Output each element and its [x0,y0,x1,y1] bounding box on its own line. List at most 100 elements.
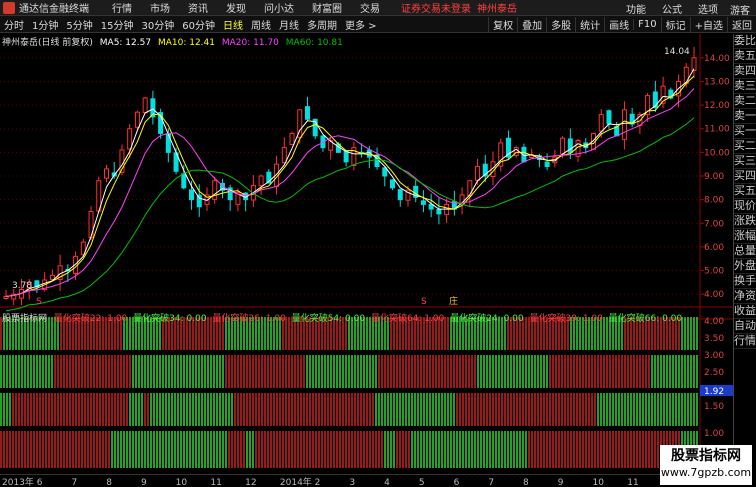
side-panel-item[interactable]: 卖五 [734,49,756,64]
low-price-label: 3.78 [12,281,32,291]
time-tick-label: 6 [37,478,43,487]
candle-body [544,161,550,168]
candle-body [420,200,426,205]
indicator-tick-label: 3.00 [704,351,724,361]
ind-param: 量化突破22: 1.00 [53,314,128,324]
period-toolbar: 分时 1分钟 5分钟 15分钟 30分钟 60分钟 日线 周线 月线 多周期 更… [0,16,756,33]
candle-body [475,166,481,181]
indicator-current-value: 1.92 [704,387,724,397]
stock-name: 神州泰岳(日线 前复权) [2,38,93,48]
time-tick-label: 4 [384,478,390,487]
guest-label[interactable]: 游客 [730,2,750,17]
side-panel-item[interactable]: 涨跌 [734,214,756,229]
kline-chart[interactable]: 14.00 13.00 12.00 11.00 10.00 9.00 8.00 7.00 6.0… [0,34,733,474]
menu-formula[interactable]: 公式 [654,1,690,16]
side-panel-item[interactable]: 换手 [734,274,756,289]
side-panel-item[interactable]: 收益 [734,304,756,319]
candle-body [343,150,349,163]
menu-ask[interactable]: 问小达 [255,0,303,15]
btn-stats[interactable]: 统计 [575,17,604,32]
side-panel-item[interactable]: 买五 [734,184,756,199]
side-panel-item[interactable]: 外盘 [734,259,756,274]
candle-body [3,296,9,299]
ma20-value: MA20: 11.70 [221,38,279,48]
candle-body [103,168,109,179]
btn-mark[interactable]: 标记 [660,17,690,32]
candle-body [127,128,133,150]
stock-header: 神州泰岳(日线 前复权) MA5: 12.57 MA10: 12.41 MA20… [2,35,343,48]
side-panel-item[interactable]: 总量 [734,244,756,259]
signal-marker: S [421,297,427,307]
btn-add-watch[interactable]: +自选 [689,17,727,32]
chart-area[interactable]: 14.00 13.00 12.00 11.00 10.00 9.00 8.00 7.00 6.0… [0,34,733,474]
candle-body [436,208,442,215]
candle-body [49,274,55,280]
menu-market[interactable]: 市场 [141,0,179,15]
time-tick-label: 9 [141,478,147,487]
period-5min[interactable]: 5分钟 [62,17,96,32]
btn-back[interactable]: 返回 [727,17,756,32]
price-tick-label: 6.00 [704,243,724,253]
app-title: 通达信金融终端 [19,4,89,15]
btn-draw[interactable]: 画线 [604,17,633,32]
candle-body [212,180,218,200]
side-panel-item[interactable]: 自动 [734,319,756,334]
candle-body [258,175,264,187]
side-panel-item[interactable]: 买三 [734,154,756,169]
ind-param: 量化突破39: 1.00 [529,314,603,324]
side-panel-item[interactable]: 买一 [734,124,756,139]
candle-body [390,179,396,189]
side-panel-item[interactable]: 卖三 [734,79,756,94]
trade-login-warning[interactable]: 证券交易未登录 [401,0,471,15]
candle-body [142,97,148,114]
btn-multi-stock[interactable]: 多股 [546,17,575,32]
menu-wealth[interactable]: 财富圈 [303,0,351,15]
period-fenshi[interactable]: 分时 [0,17,28,32]
app-logo-icon [3,1,15,14]
price-tick-label: 11.00 [704,125,730,135]
period-60min[interactable]: 60分钟 [178,17,219,32]
signal-marker: S [36,297,42,307]
period-daily[interactable]: 日线 [219,17,247,32]
menu-news[interactable]: 资讯 [179,0,217,15]
side-panel-item[interactable]: 委比 [734,34,756,49]
period-more[interactable]: 更多 > [341,17,381,32]
candle-body [134,111,140,128]
menu-function[interactable]: 功能 [618,1,654,16]
watermark-title: 股票指标网 [671,448,741,464]
side-panel-item[interactable]: 现价 [734,199,756,214]
side-panel-item[interactable]: 卖一 [734,109,756,124]
menu-options[interactable]: 选项 [690,1,726,16]
candle-body [181,173,187,189]
side-panel-item[interactable]: 买二 [734,139,756,154]
watermark-logo: 股票指标网 www.7gpzb.com [660,445,752,485]
period-multi[interactable]: 多周期 [303,17,341,32]
price-tick-label: 5.00 [704,267,724,277]
time-tick-label: 11 [627,478,638,487]
period-1min[interactable]: 1分钟 [28,17,62,32]
time-tick-label: 5 [419,478,425,487]
side-panel-item[interactable]: 行情 [734,334,756,349]
period-monthly[interactable]: 月线 [275,17,303,32]
menu-discover[interactable]: 发现 [217,0,255,15]
side-panel-item[interactable]: 净资 [734,289,756,304]
period-15min[interactable]: 15分钟 [97,17,138,32]
side-panel-item[interactable]: 买四 [734,169,756,184]
period-weekly[interactable]: 周线 [247,17,275,32]
time-tick-label: 7 [71,478,77,487]
side-panel-item[interactable]: 卖四 [734,64,756,79]
menu-hq[interactable]: 行情 [103,0,141,15]
time-tick-label: 9 [558,478,564,487]
time-tick-label: 11 [210,478,221,487]
indicator-tick-label: 2.50 [704,368,724,378]
btn-f10[interactable]: F10 [633,19,660,30]
ind-param: 量化突破26: 1.00 [212,314,286,324]
period-30min[interactable]: 30分钟 [137,17,178,32]
side-panel-item[interactable]: 卖二 [734,94,756,109]
btn-overlay[interactable]: 叠加 [517,17,546,32]
menu-trade[interactable]: 交易 [351,0,389,15]
indicator-name[interactable]: 股票指标网 [2,314,47,324]
side-panel-item[interactable]: 涨幅 [734,229,756,244]
time-tick-label: 7 [488,478,494,487]
btn-fuquan[interactable]: 复权 [488,17,517,32]
